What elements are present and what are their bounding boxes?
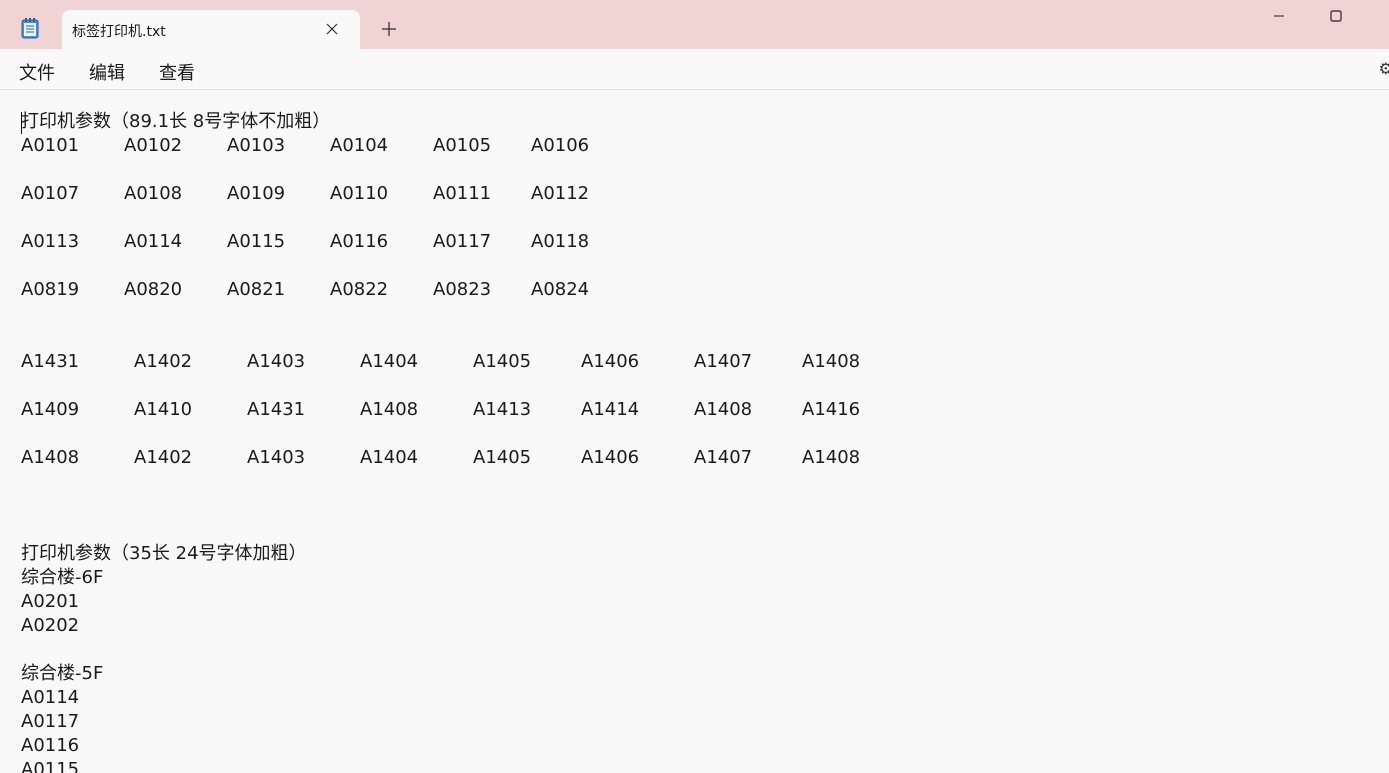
settings-icon[interactable]: ⚙ [1379, 59, 1389, 78]
plus-icon[interactable] [380, 20, 398, 38]
section2-heading: 打印机参数（35长 24号字体加粗） [21, 543, 307, 564]
list-line: A0116 [21, 735, 80, 756]
grid-b-cell: A1408 [802, 351, 861, 372]
grid-b-cell: A1405 [473, 447, 532, 468]
grid-b-cell: A1408 [694, 399, 753, 420]
grid-a-cell: A0109 [227, 183, 286, 204]
list-line: A0201 [21, 591, 80, 612]
list-line: A0115 [21, 759, 80, 773]
grid-a-cell: A0111 [433, 183, 492, 204]
grid-a-cell: A0116 [330, 231, 389, 252]
grid-a-cell: A0105 [433, 135, 492, 156]
grid-b-cell: A1402 [134, 351, 193, 372]
maximize-icon [1330, 10, 1342, 22]
grid-a-cell: A0117 [433, 231, 492, 252]
grid-a-cell: A0822 [330, 279, 389, 300]
list-line: 综合楼-5F [21, 663, 104, 684]
grid-b-cell: A1409 [21, 399, 80, 420]
grid-b-cell: A1408 [802, 447, 861, 468]
list-line: A0117 [21, 711, 80, 732]
grid-b-cell: A1408 [360, 399, 419, 420]
maximize-button[interactable] [1307, 0, 1365, 32]
title-bar: 标签打印机.txt [0, 0, 1389, 49]
grid-a-cell: A0106 [531, 135, 590, 156]
grid-b-cell: A1404 [360, 351, 419, 372]
section1-heading: 打印机参数（89.1长 8号字体不加粗） [21, 111, 331, 132]
grid-a-cell: A0115 [227, 231, 286, 252]
grid-a-cell: A0107 [21, 183, 80, 204]
menu-file[interactable]: 文件 [19, 59, 55, 85]
grid-a-cell: A0113 [21, 231, 80, 252]
grid-b-cell: A1402 [134, 447, 193, 468]
tab-document[interactable]: 标签打印机.txt [62, 10, 360, 49]
grid-a-cell: A0110 [330, 183, 389, 204]
grid-a-cell: A0824 [531, 279, 590, 300]
grid-b-cell: A1416 [802, 399, 861, 420]
grid-b-cell: A1403 [247, 351, 306, 372]
grid-a-cell: A0118 [531, 231, 590, 252]
menu-bar: 文件 编辑 查看 ⚙ [0, 49, 1389, 90]
grid-a-cell: A0102 [124, 135, 183, 156]
grid-a-cell: A0821 [227, 279, 286, 300]
grid-a-cell: A0101 [21, 135, 80, 156]
grid-a-cell: A0104 [330, 135, 389, 156]
menu-edit[interactable]: 编辑 [89, 59, 125, 85]
menu-view[interactable]: 查看 [159, 59, 195, 85]
grid-b-cell: A1413 [473, 399, 532, 420]
grid-b-cell: A1410 [134, 399, 193, 420]
minimize-button[interactable] [1250, 0, 1308, 32]
grid-b-cell: A1407 [694, 351, 753, 372]
grid-b-cell: A1406 [581, 447, 640, 468]
notepad-icon [21, 18, 39, 39]
grid-b-cell: A1405 [473, 351, 532, 372]
grid-a-cell: A0112 [531, 183, 590, 204]
grid-b-cell: A1403 [247, 447, 306, 468]
list-line: 综合楼-6F [21, 567, 104, 588]
grid-a-cell: A0820 [124, 279, 183, 300]
close-icon[interactable] [324, 21, 340, 37]
grid-a-cell: A0108 [124, 183, 183, 204]
grid-b-cell: A1431 [247, 399, 306, 420]
grid-b-cell: A1406 [581, 351, 640, 372]
grid-a-cell: A0103 [227, 135, 286, 156]
tab-title: 标签打印机.txt [72, 24, 166, 40]
list-line: A0114 [21, 687, 80, 708]
minimize-icon [1274, 15, 1284, 17]
list-line: A0202 [21, 615, 80, 636]
grid-b-cell: A1414 [581, 399, 640, 420]
grid-b-cell: A1408 [21, 447, 80, 468]
grid-b-cell: A1404 [360, 447, 419, 468]
grid-b-cell: A1407 [694, 447, 753, 468]
grid-b-cell: A1431 [21, 351, 80, 372]
grid-a-cell: A0114 [124, 231, 183, 252]
grid-a-cell: A0819 [21, 279, 80, 300]
text-editor[interactable]: 打印机参数（89.1长 8号字体不加粗） 打印机参数（35长 24号字体加粗） … [0, 90, 1389, 773]
grid-a-cell: A0823 [433, 279, 492, 300]
